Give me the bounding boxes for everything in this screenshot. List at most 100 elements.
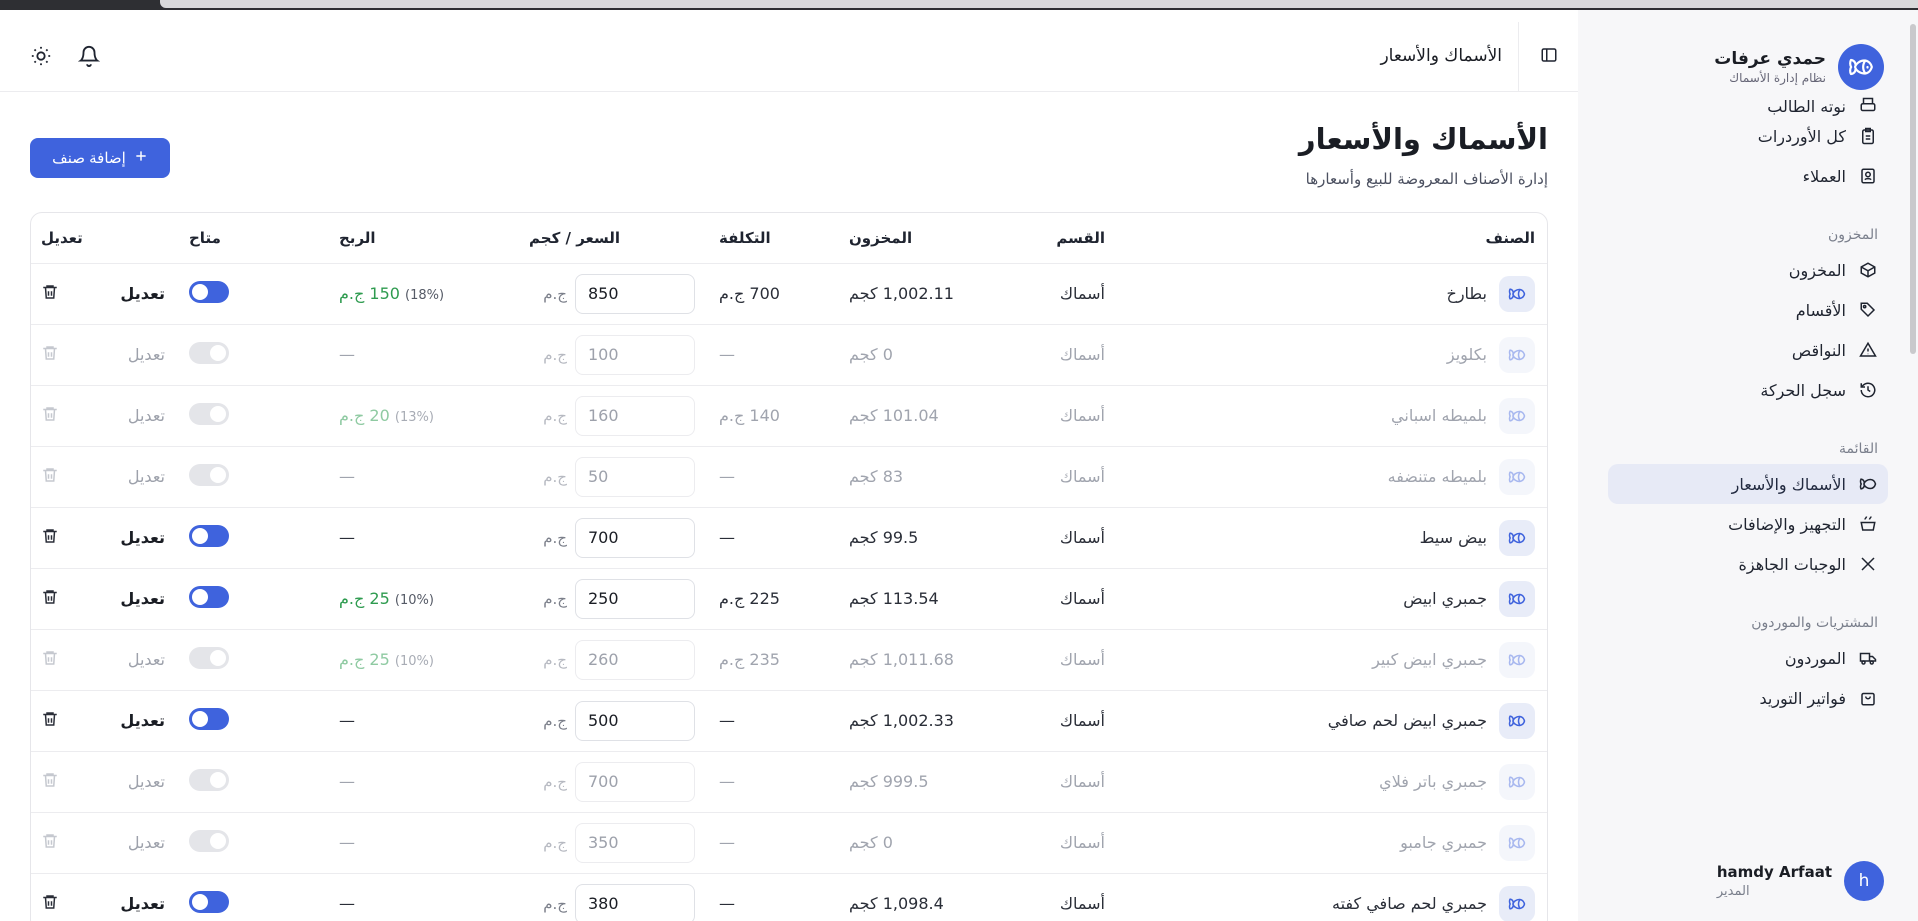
delete-button[interactable]: [41, 710, 59, 732]
delete-button[interactable]: [41, 893, 59, 915]
delete-button[interactable]: [41, 405, 59, 427]
price-input[interactable]: [575, 822, 695, 863]
price-input[interactable]: [575, 639, 695, 680]
price-currency: ج.م: [543, 833, 567, 852]
edit-button[interactable]: تعديل: [128, 772, 165, 791]
price-input[interactable]: [575, 700, 695, 741]
price-currency: ج.م: [543, 467, 567, 486]
availability-toggle[interactable]: [189, 890, 229, 913]
sidebar-item-ready-meals[interactable]: الوجبات الجاهزة: [1608, 544, 1888, 584]
sidebar-item-supply-invoices[interactable]: فواتير التوريد: [1608, 678, 1888, 718]
delete-button[interactable]: [41, 588, 59, 610]
brand: حمدي عرفات نظام إدارة الأسماك: [1714, 44, 1884, 90]
delete-button[interactable]: [41, 649, 59, 671]
edit-button[interactable]: تعديل: [128, 406, 165, 425]
item-profit: —: [339, 711, 359, 730]
theme-toggle-button[interactable]: [30, 45, 52, 71]
edit-button[interactable]: تعديل: [120, 528, 165, 547]
price-input[interactable]: [575, 334, 695, 375]
item-name: بلميطه اسباني: [1391, 406, 1487, 425]
item-stock: 0 كجم: [849, 833, 893, 852]
add-item-button[interactable]: إضافة صنف: [30, 138, 170, 178]
sidebar-item-label: سجل الحركة: [1760, 380, 1846, 400]
availability-toggle[interactable]: [189, 463, 229, 486]
column-header-stock: المخزون: [837, 213, 1017, 264]
edit-button[interactable]: تعديل: [120, 589, 165, 608]
header-title: الأسماك والأسعار: [1380, 46, 1502, 66]
availability-toggle[interactable]: [189, 707, 229, 730]
item-profit-percent: (13%): [394, 410, 434, 425]
edit-button[interactable]: تعديل: [128, 467, 165, 486]
delete-button[interactable]: [41, 283, 59, 305]
edit-button[interactable]: تعديل: [128, 833, 165, 852]
sidebar-item-inventory[interactable]: المخزون: [1608, 250, 1888, 290]
availability-toggle[interactable]: [189, 341, 229, 364]
price-input[interactable]: [575, 273, 695, 314]
column-header-edit: تعديل: [31, 213, 177, 264]
item-cost: —: [719, 345, 735, 364]
delete-button[interactable]: [41, 771, 59, 793]
item-stock: 101.04 كجم: [849, 406, 939, 425]
clipboard-icon: [1858, 126, 1878, 146]
item-stock: 1,098.4 كجم: [849, 894, 944, 913]
sidebar-item-fish-prices[interactable]: الأسماك والأسعار: [1608, 464, 1888, 504]
sidebar-item-movement-log[interactable]: سجل الحركة: [1608, 370, 1888, 410]
edit-button[interactable]: تعديل: [120, 894, 165, 913]
edit-button[interactable]: تعديل: [128, 345, 165, 364]
availability-toggle[interactable]: [189, 768, 229, 791]
availability-toggle[interactable]: [189, 585, 229, 608]
item-profit: —: [339, 894, 359, 913]
trash-icon: [41, 710, 59, 732]
edit-button[interactable]: تعديل: [128, 650, 165, 669]
edit-button[interactable]: تعديل: [120, 711, 165, 730]
price-currency: ج.م: [543, 528, 567, 547]
trash-icon: [41, 466, 59, 488]
item-name: جمبري ابيض: [1403, 589, 1487, 608]
availability-toggle[interactable]: [189, 402, 229, 425]
sidebar-item-student-notebook[interactable]: نوته الطالب: [1608, 90, 1888, 116]
fish-icon: [1499, 763, 1535, 800]
price-input[interactable]: [575, 395, 695, 436]
sidebar-item-customers[interactable]: العملاء: [1608, 156, 1888, 196]
item-name: بكلويز: [1446, 345, 1487, 364]
item-cost: 140 ج.م: [719, 406, 780, 425]
availability-toggle[interactable]: [189, 829, 229, 852]
delete-button[interactable]: [41, 344, 59, 366]
sidebar-item-categories[interactable]: الأقسام: [1608, 290, 1888, 330]
delete-button[interactable]: [41, 466, 59, 488]
price-input[interactable]: [575, 761, 695, 802]
sidebar-toggle-button[interactable]: [1518, 22, 1578, 92]
price-currency: ج.م: [543, 894, 567, 913]
sidebar-item-suppliers[interactable]: الموردون: [1608, 638, 1888, 678]
sidebar-scrollbar[interactable]: [1910, 24, 1916, 354]
column-header-available: متاح: [177, 213, 327, 264]
delete-button[interactable]: [41, 527, 59, 549]
price-input[interactable]: [575, 456, 695, 497]
fish-icon: [1499, 885, 1535, 921]
price-input[interactable]: [575, 517, 695, 558]
price-input[interactable]: [575, 578, 695, 619]
item-category: أسماك: [1059, 711, 1105, 730]
nav-section-inventory: المخزون: [1827, 227, 1878, 243]
price-currency: ج.م: [543, 650, 567, 669]
user-role: المدير: [1716, 884, 1750, 899]
table-row: جمبري باتر فلاي أسماك 999.5 كجم — ج.م — …: [31, 751, 1547, 813]
item-name: بيض سيط: [1419, 528, 1487, 547]
availability-toggle[interactable]: [189, 646, 229, 669]
table-row: جمبري ابيض كبير أسماك 1,011.68 كجم 235 ج…: [31, 629, 1547, 691]
sidebar-item-shortages[interactable]: النواقص: [1608, 330, 1888, 370]
availability-toggle[interactable]: [189, 524, 229, 547]
delete-button[interactable]: [41, 832, 59, 854]
table-row: جمبري ابيض لحم صافي أسماك 1,002.33 كجم —…: [31, 690, 1547, 752]
user-profile[interactable]: h hamdy Arfaat المدير: [1717, 861, 1884, 901]
edit-button[interactable]: تعديل: [120, 284, 165, 303]
horizontal-scrollbar[interactable]: [160, 0, 1918, 8]
item-name: جمبري ابيض كبير: [1372, 650, 1487, 669]
sidebar-item-all-orders[interactable]: كل الأوردرات: [1608, 116, 1888, 156]
price-currency: ج.م: [543, 589, 567, 608]
fish-icon: [1858, 474, 1878, 494]
availability-toggle[interactable]: [189, 280, 229, 303]
notifications-button[interactable]: [77, 45, 101, 71]
price-input[interactable]: [575, 883, 695, 921]
sidebar-item-preparation[interactable]: التجهيز والإضافات: [1608, 504, 1888, 544]
